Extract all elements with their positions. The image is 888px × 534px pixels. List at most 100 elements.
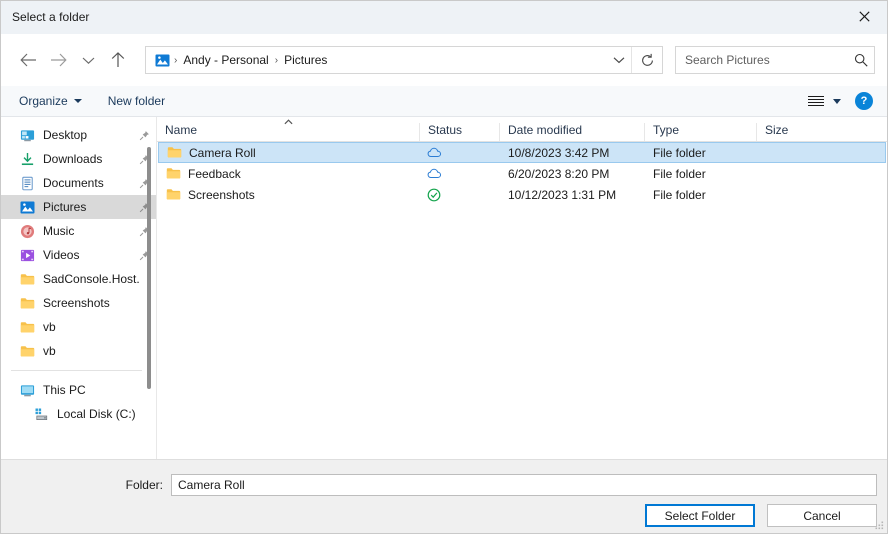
- column-header-name[interactable]: Name: [157, 123, 419, 141]
- column-header-date-modified[interactable]: Date modified: [499, 123, 644, 141]
- new-folder-label: New folder: [108, 94, 165, 108]
- folder-icon: [19, 271, 35, 287]
- file-name-cell: Camera Roll: [159, 146, 420, 160]
- chevron-down-icon: [833, 99, 841, 104]
- file-status-cell: [420, 147, 500, 158]
- breadcrumb-item-0[interactable]: Andy - Personal: [179, 51, 272, 69]
- column-header-type[interactable]: Type: [644, 123, 756, 141]
- downloads-icon: [19, 151, 35, 167]
- folder-row: Folder:: [1, 474, 877, 496]
- cloud-only-icon: [427, 147, 442, 158]
- organize-button[interactable]: Organize: [19, 94, 82, 108]
- file-date-cell: 10/8/2023 3:42 PM: [500, 146, 645, 160]
- address-bar[interactable]: › Andy - Personal › Pictures: [145, 46, 663, 74]
- table-row[interactable]: Camera Roll 10/8/2023 3:42 PM File folde…: [158, 142, 886, 163]
- file-name-label: Screenshots: [188, 188, 255, 202]
- folder-input[interactable]: [171, 474, 877, 496]
- sidebar-scrollbar-thumb[interactable]: [147, 147, 151, 389]
- sidebar-item-label: Music: [43, 224, 134, 238]
- sidebar-item-label: Downloads: [43, 152, 134, 166]
- search-input[interactable]: [676, 53, 848, 67]
- sidebar-scrollbar[interactable]: [144, 117, 154, 459]
- recent-locations-button[interactable]: [73, 45, 103, 75]
- back-button[interactable]: [13, 45, 43, 75]
- file-date-cell: 10/12/2023 1:31 PM: [500, 188, 645, 202]
- music-icon: [19, 223, 35, 239]
- sidebar-item-music[interactable]: Music: [1, 219, 156, 243]
- select-folder-button[interactable]: Select Folder: [645, 504, 755, 527]
- sidebar-item-label: SadConsole.Host.: [43, 272, 150, 286]
- sidebar-item-this-pc[interactable]: This PC: [1, 378, 156, 402]
- file-name-label: Feedback: [188, 167, 241, 181]
- cancel-button[interactable]: Cancel: [767, 504, 877, 527]
- close-button[interactable]: [841, 1, 887, 32]
- sidebar-item-vb-2[interactable]: vb: [1, 339, 156, 363]
- sidebar-item-label: vb: [43, 320, 150, 334]
- arrow-up-icon: [111, 52, 125, 68]
- arrow-right-icon: [50, 53, 67, 67]
- close-icon: [859, 11, 870, 22]
- file-list-pane: Name Status Date modified Type Size: [156, 117, 887, 459]
- documents-icon: [19, 175, 35, 191]
- column-header-size[interactable]: Size: [756, 123, 836, 141]
- sidebar-item-pictures[interactable]: Pictures: [1, 195, 156, 219]
- table-row[interactable]: Feedback 6/20/2023 8:20 PM File folder: [158, 163, 886, 184]
- table-row[interactable]: Screenshots 10/12/2023 1:31 PM File fold…: [158, 184, 886, 205]
- file-name-cell: Screenshots: [158, 188, 420, 202]
- breadcrumb-separator: ›: [172, 55, 179, 66]
- list-view-icon: [808, 96, 824, 107]
- navigation-pane: Desktop Downloads: [1, 117, 156, 459]
- file-name-cell: Feedback: [158, 167, 420, 181]
- folder-label: Folder:: [1, 478, 171, 492]
- sidebar-item-sadconsole-host[interactable]: SadConsole.Host.: [1, 267, 156, 291]
- sidebar-item-label: vb: [43, 344, 150, 358]
- new-folder-button[interactable]: New folder: [108, 94, 165, 108]
- sidebar-item-documents[interactable]: Documents: [1, 171, 156, 195]
- up-button[interactable]: [103, 45, 133, 75]
- sidebar-item-local-disk-c[interactable]: Local Disk (C:): [1, 402, 156, 426]
- help-button[interactable]: ?: [855, 92, 873, 110]
- sidebar-divider: [11, 370, 142, 371]
- sidebar-item-screenshots[interactable]: Screenshots: [1, 291, 156, 315]
- arrow-left-icon: [20, 53, 37, 67]
- folder-icon: [165, 188, 181, 202]
- search-box[interactable]: [675, 46, 875, 74]
- sidebar-item-vb-1[interactable]: vb: [1, 315, 156, 339]
- folder-icon: [165, 167, 181, 181]
- sidebar-item-label: Local Disk (C:): [57, 407, 150, 421]
- file-status-cell: [420, 188, 500, 202]
- refresh-button[interactable]: [631, 47, 662, 73]
- pictures-icon: [19, 199, 35, 215]
- address-dropdown-button[interactable]: [607, 47, 631, 73]
- videos-icon: [19, 247, 35, 263]
- navigation-bar: › Andy - Personal › Pictures: [1, 34, 887, 86]
- desktop-icon: [19, 127, 35, 143]
- folder-icon: [19, 343, 35, 359]
- title-bar: Select a folder: [1, 1, 887, 34]
- search-icon[interactable]: [848, 47, 874, 73]
- column-headers: Name Status Date modified Type Size: [157, 117, 887, 142]
- disk-drive-icon: [33, 406, 49, 422]
- resize-grip-icon[interactable]: [874, 521, 884, 531]
- sidebar-item-videos[interactable]: Videos: [1, 243, 156, 267]
- sidebar-item-downloads[interactable]: Downloads: [1, 147, 156, 171]
- organize-label: Organize: [19, 94, 68, 108]
- folder-icon: [166, 146, 182, 160]
- sidebar-item-label: Screenshots: [43, 296, 150, 310]
- folder-icon: [19, 295, 35, 311]
- forward-button[interactable]: [43, 45, 73, 75]
- sidebar-item-desktop[interactable]: Desktop: [1, 123, 156, 147]
- breadcrumb-separator: ›: [273, 55, 280, 66]
- change-view-button[interactable]: [808, 96, 841, 107]
- sidebar-item-label: Desktop: [43, 128, 134, 142]
- file-name-label: Camera Roll: [189, 146, 256, 160]
- file-date-cell: 6/20/2023 8:20 PM: [500, 167, 645, 181]
- cloud-only-icon: [427, 168, 442, 179]
- chevron-down-icon: [74, 99, 82, 103]
- column-header-status[interactable]: Status: [419, 123, 499, 141]
- sidebar-item-label: Documents: [43, 176, 134, 190]
- file-type-cell: File folder: [645, 188, 757, 202]
- file-type-cell: File folder: [645, 167, 757, 181]
- chevron-down-icon: [82, 56, 95, 65]
- breadcrumb-item-1[interactable]: Pictures: [280, 51, 331, 69]
